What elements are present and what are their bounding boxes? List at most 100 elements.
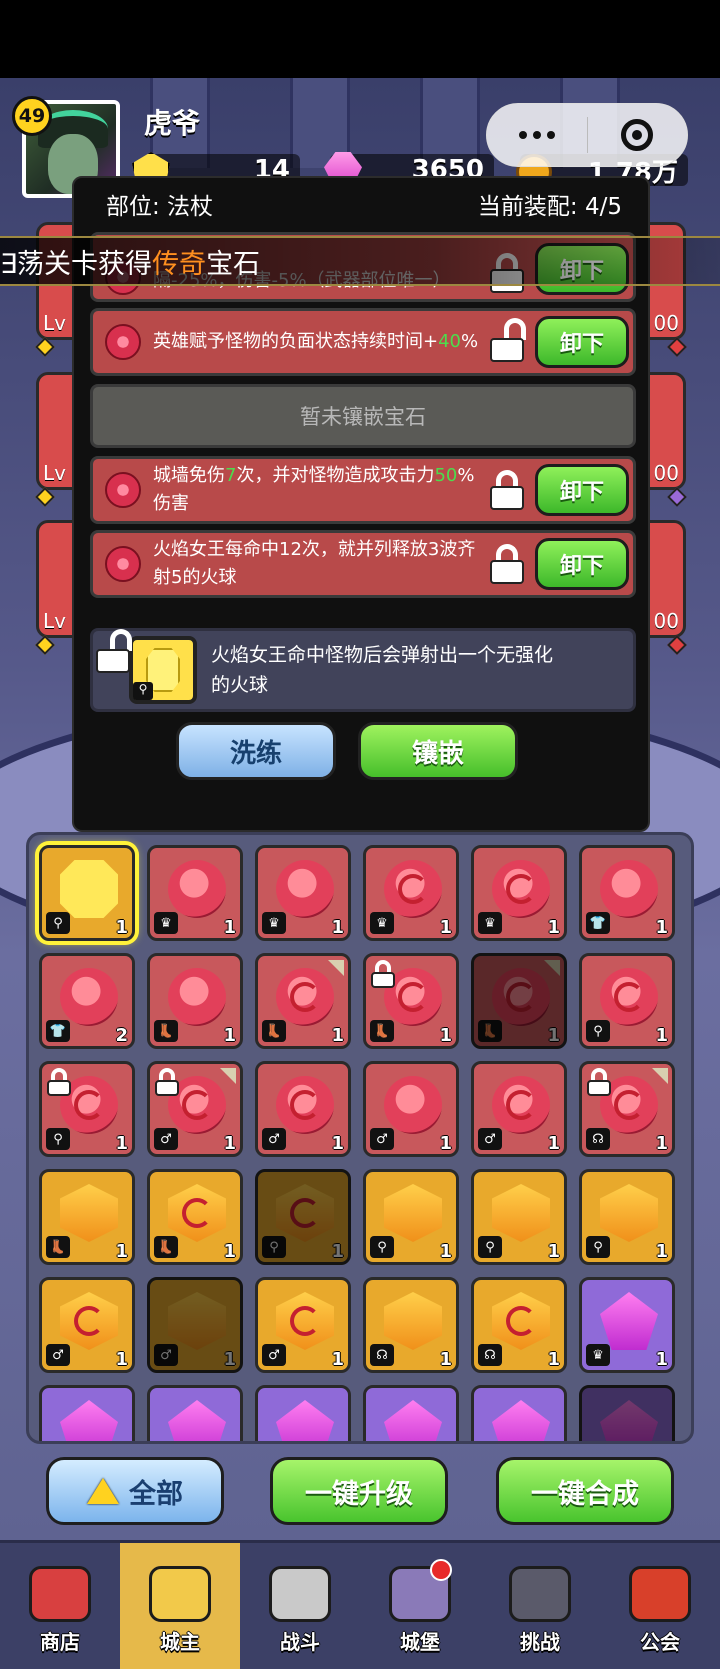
equip-part-icon: 👢: [478, 1020, 502, 1042]
inlay-button[interactable]: 镶嵌: [358, 722, 518, 780]
inventory-gem-cell[interactable]: 👢 1: [39, 1169, 135, 1265]
inventory-gem-cell[interactable]: [39, 1385, 135, 1441]
inventory-gem-cell[interactable]: [363, 1385, 459, 1441]
orange-gem-icon: [492, 1184, 550, 1242]
notification-dot: [430, 1559, 452, 1581]
orange-gem-icon: [384, 1184, 442, 1242]
inventory-gem-cell[interactable]: ☊ 1: [363, 1277, 459, 1373]
inventory-gem-cell[interactable]: ⚲ 1: [579, 953, 675, 1049]
close-mini-program-button[interactable]: [588, 104, 688, 166]
gem-count: 1: [547, 1241, 560, 1262]
inventory-gem-cell[interactable]: ⚲ 1: [579, 1169, 675, 1265]
inventory-gem-cell[interactable]: ♛ 1: [255, 845, 351, 941]
inventory-gem-cell[interactable]: 👢 1: [471, 953, 567, 1049]
unload-button[interactable]: 卸下: [535, 464, 629, 516]
unload-button[interactable]: 卸下: [535, 316, 629, 368]
gem-count: 1: [331, 1349, 344, 1370]
inventory-gem-cell[interactable]: 👢 1: [363, 953, 459, 1049]
equip-part-icon: ♂: [370, 1128, 394, 1150]
lock-icon: [46, 1068, 72, 1096]
gem-count: 1: [439, 1241, 452, 1262]
gem-count: 1: [547, 917, 560, 938]
equip-part-icon: ⚲: [46, 912, 70, 934]
inventory-gem-cell[interactable]: ♂ 1: [471, 1061, 567, 1157]
inventory-gem-cell[interactable]: ♛ 1: [471, 845, 567, 941]
lock-icon[interactable]: [487, 468, 527, 512]
equip-part-icon: 👢: [46, 1236, 70, 1258]
inventory-gem-cell[interactable]: [147, 1385, 243, 1441]
unlock-icon[interactable]: [487, 318, 527, 364]
inventory-gem-cell[interactable]: ☊ 1: [579, 1061, 675, 1157]
inventory-gem-cell[interactable]: ♂ 1: [147, 1061, 243, 1157]
inventory-gem-cell[interactable]: [579, 1385, 675, 1441]
inventory-gem-cell[interactable]: ♛ 1: [147, 845, 243, 941]
banner-text: ∃荡关卡获得: [0, 248, 153, 280]
corner-marker-icon: [652, 1068, 668, 1084]
nav-item-shop[interactable]: 商店: [0, 1543, 120, 1669]
gem-count: 1: [223, 1133, 236, 1154]
refine-button[interactable]: 洗练: [176, 722, 336, 780]
inventory-gem-cell[interactable]: ⚲ 1: [255, 1169, 351, 1265]
inventory-gem-cell[interactable]: 👢 1: [147, 953, 243, 1049]
inventory-gem-cell[interactable]: ♂ 1: [255, 1277, 351, 1373]
inventory-gem-cell[interactable]: ⚲ 1: [39, 845, 135, 941]
swirl-icon: [506, 1306, 536, 1336]
nav-item-castle[interactable]: 城堡: [360, 1543, 480, 1669]
gem-count: 1: [439, 917, 452, 938]
equip-count-label: 当前装配: 4/5: [477, 194, 622, 220]
inventory-gem-cell[interactable]: 👕 2: [39, 953, 135, 1049]
inventory-gem-cell[interactable]: ⚲ 1: [363, 1169, 459, 1265]
equip-part-icon: ♂: [46, 1344, 70, 1366]
nav-label: 公会: [640, 1630, 680, 1654]
inventory-gem-cell[interactable]: 👢 1: [255, 953, 351, 1049]
banner-text: 宝石: [206, 248, 261, 280]
inventory-gem-cell[interactable]: 👕 1: [579, 845, 675, 941]
one-key-merge-button[interactable]: 一键合成: [496, 1457, 674, 1525]
inventory-gem-cell[interactable]: ♛ 1: [579, 1277, 675, 1373]
gem-count: 1: [655, 917, 668, 938]
corner-marker-icon: [328, 960, 344, 976]
inventory-gem-cell[interactable]: ♂ 1: [255, 1061, 351, 1157]
inventory-gem-cell[interactable]: 👢 1: [147, 1169, 243, 1265]
gem-count: 1: [115, 1349, 128, 1370]
equip-part-icon: ⚲: [262, 1236, 286, 1258]
purple-gem-icon: [492, 1400, 550, 1441]
inventory-gem-cell[interactable]: ⚲ 1: [39, 1061, 135, 1157]
swirl-icon: [74, 1306, 104, 1336]
nav-item-monster[interactable]: 挑战: [480, 1543, 600, 1669]
inventory-gem-cell[interactable]: ⚲ 1: [471, 1169, 567, 1265]
inventory-gem-cell[interactable]: ♛ 1: [363, 845, 459, 941]
equip-part-icon: ☊: [586, 1128, 610, 1150]
equip-part-icon: 👕: [46, 1020, 70, 1042]
slot-level-label: Lv: [43, 461, 66, 485]
nav-item-swords[interactable]: 战斗: [240, 1543, 360, 1669]
inventory-gem-cell[interactable]: [255, 1385, 351, 1441]
unload-button[interactable]: 卸下: [535, 538, 629, 590]
inventory-gem-cell[interactable]: ♂ 1: [39, 1277, 135, 1373]
lock-icon: [586, 1068, 612, 1096]
inventory-gem-cell[interactable]: [471, 1385, 567, 1441]
skill-effect-text: 火焰女王命中怪物后会弹射出一个无强化的火球: [211, 644, 554, 696]
nav-item-guild-flag[interactable]: 公会: [600, 1543, 720, 1669]
swirl-icon: [290, 1306, 320, 1336]
inventory-gem-cell[interactable]: ♂ 1: [147, 1277, 243, 1373]
one-key-upgrade-button[interactable]: 一键升级: [270, 1457, 448, 1525]
purple-gem-icon: [60, 1400, 118, 1441]
red-gem-icon: [600, 860, 658, 918]
inventory-gem-cell[interactable]: ♂ 1: [363, 1061, 459, 1157]
lock-icon[interactable]: [487, 542, 527, 586]
filter-all-button[interactable]: 全部: [46, 1457, 224, 1525]
gem-count: 1: [547, 1025, 560, 1046]
more-menu-button[interactable]: [487, 104, 587, 166]
red-gem-icon: [60, 968, 118, 1026]
empty-gem-slot[interactable]: 暂未镶嵌宝石: [90, 384, 636, 448]
nav-item-crown[interactable]: 城主: [120, 1543, 240, 1669]
corner-marker-icon: [220, 1068, 236, 1084]
gem-effect-text: 火焰女王每命中12次，就并列释放3波齐射5的火球: [153, 539, 476, 588]
swirl-icon: [290, 1090, 320, 1120]
broadcast-banner: ∃荡关卡获得 传奇 宝石: [0, 236, 720, 286]
gem-count: 2: [115, 1025, 128, 1046]
gem-count: 1: [331, 1025, 344, 1046]
gem-count: 1: [547, 1349, 560, 1370]
inventory-gem-cell[interactable]: ☊ 1: [471, 1277, 567, 1373]
